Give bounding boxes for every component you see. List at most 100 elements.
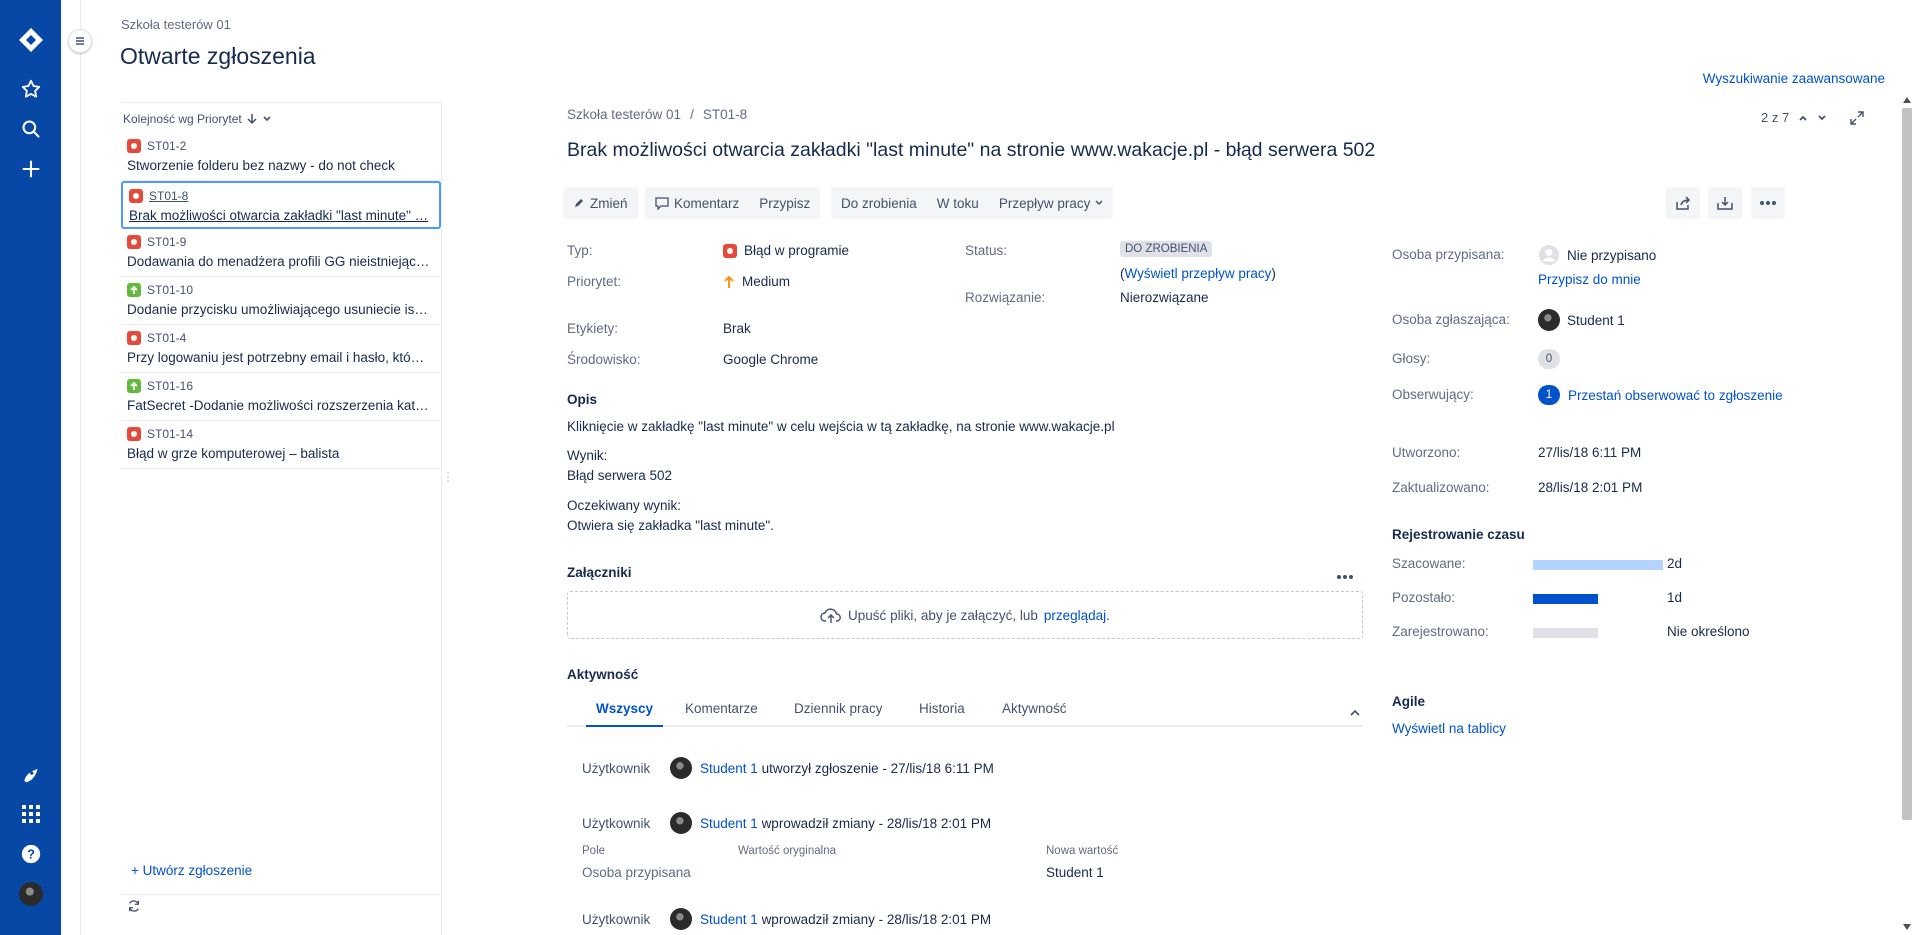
entry-user-link[interactable]: Student 1	[700, 816, 758, 831]
list-item[interactable]: ST01-4 Przy logowaniu jest potrzebny ema…	[121, 325, 441, 373]
jira-logo-icon[interactable]	[0, 22, 61, 58]
status-lozenge[interactable]: DO ZROBIENIA	[1120, 241, 1213, 257]
result-label: Wynik:	[567, 448, 608, 463]
list-item[interactable]: ST01-10 Dodanie przycisku umożliwiająceg…	[121, 277, 441, 325]
avatar[interactable]	[670, 812, 692, 834]
project-breadcrumb[interactable]: Szkoła testerów 01	[121, 17, 231, 32]
refresh-icon[interactable]	[127, 899, 141, 916]
todo-transition-button[interactable]: Do zrobienia	[831, 187, 927, 219]
chevron-up-icon[interactable]	[1798, 113, 1808, 123]
view-workflow-link[interactable]: Wyświetl przepływ pracy	[1125, 266, 1272, 281]
avatar[interactable]	[1538, 309, 1560, 331]
resolution-label: Rozwiązanie:	[965, 290, 1046, 305]
expected-value: Otwiera się zakładka "last minute".	[567, 518, 774, 533]
sidebar-collapse-button[interactable]	[68, 29, 92, 53]
breadcrumb-issue-key[interactable]: ST01-8	[703, 107, 747, 122]
more-actions-button[interactable]	[1751, 187, 1785, 219]
create-plus-icon[interactable]	[0, 151, 61, 187]
workflow-dropdown[interactable]: Przepływ pracy	[989, 187, 1114, 219]
rocket-icon[interactable]	[0, 756, 61, 792]
entry-text: wprowadził zmiany - 28/lis/18 2:01 PM	[761, 911, 992, 927]
estimated-bar-track	[1533, 560, 1663, 570]
list-item[interactable]: ST01-14 Błąd w grze komputerowej – balis…	[121, 421, 441, 469]
tab-activity[interactable]: Aktywność	[1002, 701, 1067, 716]
change-col-original: Wartość oryginalna	[738, 845, 837, 857]
watchers-value: 1 Przestań obserwować to zgłoszenie	[1538, 385, 1783, 405]
list-item-selected[interactable]: ST01-8 Brak możliwości otwarcia zakładki…	[121, 181, 441, 229]
scroll-down-arrow-icon[interactable]	[1903, 924, 1911, 930]
search-icon[interactable]	[0, 111, 61, 147]
tab-history[interactable]: Historia	[919, 701, 965, 716]
environment-value: Google Chrome	[723, 352, 819, 367]
edit-label: Zmień	[590, 195, 628, 211]
time-tracking-heading: Rejestrowanie czasu	[1392, 527, 1525, 542]
tab-comments[interactable]: Komentarze	[685, 701, 758, 716]
reporter-value: Student 1	[1538, 309, 1625, 331]
view-on-board-link[interactable]: Wyświetl na tablicy	[1392, 721, 1506, 736]
issue-pager: 2 z 7	[1761, 110, 1864, 125]
chevron-down-icon[interactable]	[262, 114, 272, 124]
avatar[interactable]	[670, 757, 692, 779]
change-new: Student 1	[1046, 865, 1104, 880]
assign-button[interactable]: Przypisz	[749, 187, 820, 219]
tab-worklog[interactable]: Dziennik pracy	[794, 701, 883, 716]
remaining-value: 1d	[1667, 590, 1683, 605]
watchers-badge[interactable]: 1	[1538, 385, 1560, 405]
type-label: Typ:	[567, 243, 593, 258]
comment-button[interactable]: Komentarz	[645, 187, 749, 219]
entry-user-link[interactable]: Student 1	[700, 761, 758, 776]
created-value: 27/lis/18 6:11 PM	[1538, 445, 1642, 460]
view-workflow: (Wyświetl przepływ pracy)	[1120, 266, 1276, 281]
issue-key: ST01-2	[147, 139, 187, 153]
help-icon[interactable]: ?	[0, 836, 61, 872]
priority-value: Medium	[723, 274, 790, 289]
entry-user-link[interactable]: Student 1	[700, 912, 758, 927]
browse-link[interactable]: przeglądaj.	[1044, 608, 1110, 623]
breadcrumb-project[interactable]: Szkoła testerów 01	[567, 107, 681, 122]
status-label: Status:	[965, 243, 1008, 258]
list-item[interactable]: ST01-2 Stworzenie folderu bez nazwy - do…	[121, 133, 441, 181]
create-issue-link[interactable]: + Utwórz zgłoszenie	[131, 863, 252, 878]
chevron-down-icon[interactable]	[1817, 113, 1827, 123]
cloud-upload-icon	[820, 608, 841, 623]
avatar[interactable]	[670, 908, 692, 930]
issue-key: ST01-10	[147, 283, 194, 297]
panel-resize-handle[interactable]: · · ·	[446, 466, 450, 486]
share-button[interactable]	[1666, 187, 1700, 219]
advanced-search-link[interactable]: Wyszukiwanie zaawansowane	[1703, 71, 1885, 86]
attachments-more-button[interactable]	[1336, 567, 1354, 583]
agile-heading: Agile	[1392, 694, 1426, 709]
attachment-dropzone[interactable]: Upuść pliki, aby je załączyć, lub przegl…	[567, 591, 1363, 639]
order-by-control[interactable]: Kolejność wg Priorytet	[123, 112, 272, 126]
tab-all[interactable]: Wszyscy	[596, 701, 653, 716]
status-value[interactable]: DO ZROBIENIA	[1120, 241, 1213, 257]
scrollbar-thumb[interactable]	[1902, 108, 1912, 820]
expand-icon[interactable]	[1850, 110, 1864, 125]
assign-to-me-link[interactable]: Przypisz do mnie	[1538, 272, 1641, 287]
edit-button[interactable]: Zmień	[563, 187, 638, 219]
menu-icon	[76, 37, 84, 45]
stop-watching-link[interactable]: Przestań obserwować to zgłoszenie	[1568, 388, 1783, 403]
description-heading: Opis	[567, 392, 598, 407]
app-switcher-icon[interactable]	[0, 796, 61, 832]
inprogress-label: W toku	[936, 195, 979, 211]
type-value: Błąd w programie	[723, 243, 849, 258]
export-button[interactable]	[1708, 187, 1742, 219]
user-avatar[interactable]	[0, 876, 61, 912]
star-icon[interactable]	[0, 71, 61, 107]
chevron-up-icon[interactable]	[1350, 709, 1360, 717]
estimated-value: 2d	[1667, 556, 1683, 571]
arrow-down-icon[interactable]	[247, 113, 257, 125]
priority-text: Medium	[742, 274, 791, 289]
scroll-up-arrow-icon[interactable]	[1903, 97, 1911, 103]
reporter-text: Student 1	[1567, 312, 1625, 328]
issue-summary: Błąd w grze komputerowej – balista	[127, 446, 340, 461]
issue-title: Brak możliwości otwarcia zakładki "last …	[567, 139, 1376, 161]
list-item[interactable]: ST01-9 Dodawania do menadżera profili GG…	[121, 229, 441, 277]
activity-tabs: Wszyscy Komentarze Dziennik pracy Histor…	[567, 697, 1363, 727]
issue-key: ST01-14	[147, 427, 194, 441]
inprogress-transition-button[interactable]: W toku	[927, 187, 989, 219]
votes-badge[interactable]: 0	[1538, 349, 1560, 369]
list-item[interactable]: ST01-16 FatSecret -Dodanie możliwości ro…	[121, 373, 441, 421]
remaining-bar-track	[1533, 594, 1663, 604]
